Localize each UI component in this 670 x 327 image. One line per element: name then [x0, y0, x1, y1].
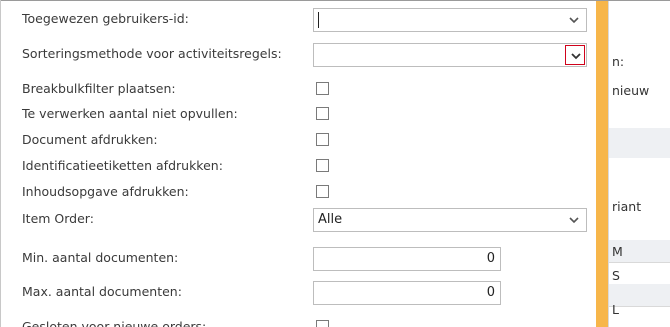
print-labels-checkbox[interactable]: [316, 159, 329, 172]
field-label: Document afdrukken:: [22, 132, 158, 147]
field-max-documents: Max. aantal documenten: 0: [1, 279, 596, 305]
field-label: Gesloten voor nieuwe orders:: [22, 319, 207, 327]
field-label: Te verwerken aantal niet opvullen:: [22, 106, 238, 121]
options-dialog: Toegewezen gebruikers-id: Sorteringsmeth…: [1, 1, 596, 327]
assigned-user-id-select[interactable]: [313, 8, 587, 32]
field-label: Max. aantal documenten:: [22, 284, 182, 299]
background-text: nieuw: [612, 83, 650, 98]
field-item-order: Item Order: Alle: [1, 206, 596, 232]
input-value: 0: [486, 251, 495, 266]
chevron-down-icon[interactable]: [568, 214, 580, 226]
field-print-labels: Identificatieetiketten afdrukken:: [1, 153, 596, 179]
select-value: Alle: [318, 212, 343, 227]
window-side-accent: [596, 1, 608, 327]
field-print-toc: Inhoudsopgave afdrukken:: [1, 179, 596, 205]
do-not-fill-qty-checkbox[interactable]: [316, 107, 329, 120]
field-label: Min. aantal documenten:: [22, 250, 179, 265]
max-documents-input[interactable]: 0: [313, 281, 501, 305]
field-breakbulk-filter: Breakbulkfilter plaatsen:: [1, 76, 596, 102]
background-text: riant: [612, 199, 642, 214]
sort-method-select[interactable]: [313, 43, 587, 67]
background-text: n:: [612, 54, 625, 69]
min-documents-input[interactable]: 0: [313, 247, 501, 271]
input-value: 0: [486, 285, 495, 300]
field-label: Inhoudsopgave afdrukken:: [22, 184, 189, 199]
item-order-select[interactable]: Alle: [313, 208, 587, 232]
field-label: Identificatieetiketten afdrukken:: [22, 158, 223, 173]
background-row-value: M: [612, 244, 623, 259]
field-closed-for-new-orders: Gesloten voor nieuwe orders:: [1, 314, 596, 327]
chevron-down-icon[interactable]: [568, 14, 580, 26]
text-cursor: [318, 12, 319, 28]
closed-for-new-orders-checkbox[interactable]: [316, 320, 329, 327]
table-header-band: [609, 128, 670, 158]
background-row-value: S: [612, 268, 620, 283]
field-label: Toegewezen gebruikers-id:: [22, 11, 189, 26]
print-toc-checkbox[interactable]: [316, 185, 329, 198]
print-document-checkbox[interactable]: [316, 133, 329, 146]
field-label: Breakbulkfilter plaatsen:: [22, 81, 176, 96]
field-assigned-user-id: Toegewezen gebruikers-id:: [1, 6, 596, 32]
field-label: Item Order:: [22, 211, 94, 226]
chevron-down-icon[interactable]: [565, 45, 585, 65]
field-sort-method: Sorteringsmethode voor activiteitsregels…: [1, 41, 596, 67]
field-print-document: Document afdrukken:: [1, 127, 596, 153]
table-row-divider: [609, 262, 670, 263]
field-min-documents: Min. aantal documenten: 0: [1, 245, 596, 271]
breakbulk-filter-checkbox[interactable]: [316, 82, 329, 95]
field-label: Sorteringsmethode voor activiteitsregels…: [22, 46, 282, 61]
background-row-value: L: [612, 302, 619, 317]
column-divider: [608, 1, 609, 327]
field-do-not-fill-qty: Te verwerken aantal niet opvullen:: [1, 101, 596, 127]
